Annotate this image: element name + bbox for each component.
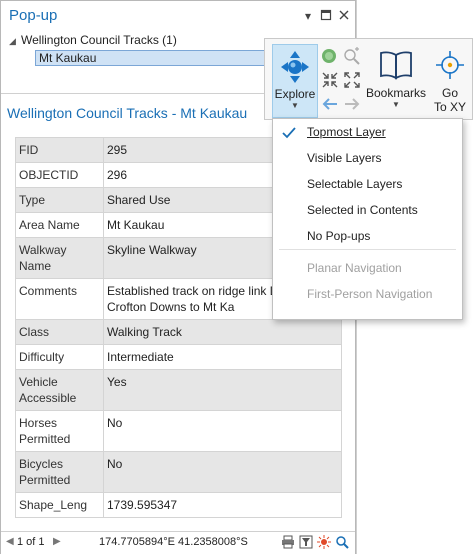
tree-layer-node[interactable]: ◢ Wellington Council Tracks (1) (9, 33, 177, 47)
zoom-to-icon[interactable] (335, 535, 349, 549)
bookmarks-icon (380, 51, 412, 80)
filter-icon[interactable] (299, 535, 313, 549)
table-row: Horses Permitted No (15, 410, 342, 452)
menu-item-no-popups[interactable]: No Pop-ups (273, 225, 462, 249)
pane-header: Pop-up ▾ (1, 1, 355, 31)
print-icon[interactable] (281, 535, 295, 549)
explore-button[interactable]: Explore ▼ (272, 44, 318, 118)
menu-item-label: No Pop-ups (307, 229, 371, 243)
pane-footer: ◀ 1 of 1 ▶ 174.7705894°E 41.2358008°S (1, 531, 355, 554)
menu-item-label: Selected in Contents (307, 203, 418, 217)
menu-item-topmost-layer[interactable]: Topmost Layer (273, 121, 462, 145)
table-row: Difficulty Intermediate (15, 344, 342, 370)
table-row: Shape_Leng 1739.595347 (15, 492, 342, 518)
bookmarks-button[interactable]: Bookmarks ▼ (365, 44, 427, 118)
attribute-name: Type (15, 187, 104, 213)
go-to-xy-line2: To XY (433, 100, 466, 114)
attribute-name: Class (15, 319, 104, 345)
menu-item-planar-navigation: Planar Navigation (273, 257, 462, 281)
explore-dropdown-menu: Topmost Layer Visible Layers Selectable … (272, 118, 463, 320)
crosshair-icon (436, 51, 464, 79)
flash-icon[interactable] (317, 535, 331, 549)
explore-icon (281, 51, 309, 83)
menu-item-first-person-navigation: First-Person Navigation (273, 283, 462, 307)
attribute-name: OBJECTID (15, 162, 104, 188)
go-to-xy-line1: Go (441, 86, 458, 100)
table-row: Vehicle Accessible Yes (15, 369, 342, 411)
attribute-value: Intermediate (103, 344, 342, 370)
attribute-name: Comments (15, 278, 104, 320)
close-icon[interactable] (337, 9, 351, 23)
go-to-xy-button[interactable]: Go To XY (431, 44, 469, 118)
bookmarks-label: Bookmarks (365, 86, 427, 100)
maximize-icon[interactable] (319, 9, 333, 23)
table-row: Bicycles Permitted No (15, 451, 342, 493)
attribute-name: Area Name (15, 212, 104, 238)
menu-item-label: Topmost Layer (307, 125, 386, 139)
pager-label: 1 of 1 (17, 536, 45, 548)
tree-layer-label: Wellington Council Tracks (1) (21, 33, 177, 47)
next-extent-icon[interactable] (343, 95, 361, 113)
attribute-value: No (103, 410, 342, 452)
next-arrow-icon[interactable]: ▶ (53, 536, 61, 547)
attribute-value: Yes (103, 369, 342, 411)
attribute-name: FID (15, 137, 104, 163)
menu-item-selectable-layers[interactable]: Selectable Layers (273, 173, 462, 197)
attribute-value: No (103, 451, 342, 493)
attribute-value: Walking Track (103, 319, 342, 345)
attribute-name: Shape_Leng (15, 492, 104, 518)
menu-item-visible-layers[interactable]: Visible Layers (273, 147, 462, 171)
menu-item-label: Visible Layers (307, 151, 382, 165)
chevron-down-icon: ▼ (392, 100, 400, 109)
explore-label: Explore (274, 87, 316, 101)
zoom-in-arrows-icon[interactable] (321, 71, 339, 89)
menu-item-selected-in-contents[interactable]: Selected in Contents (273, 199, 462, 223)
attribute-name: Walkway Name (15, 237, 104, 279)
chevron-down-icon: ▼ (291, 101, 299, 110)
menu-item-label: First-Person Navigation (307, 287, 433, 301)
feature-title: Wellington Council Tracks - Mt Kaukau (7, 105, 248, 121)
go-to-xy-label: Go To XY (431, 86, 469, 114)
menu-item-label: Planar Navigation (307, 261, 402, 275)
menu-divider (279, 249, 456, 250)
pane-title: Pop-up (9, 7, 58, 24)
menu-item-label: Selectable Layers (307, 177, 403, 191)
table-row: Class Walking Track (15, 319, 342, 345)
previous-arrow-icon[interactable]: ◀ (6, 536, 14, 547)
previous-extent-icon[interactable] (321, 95, 339, 113)
coordinates-label: 174.7705894°E 41.2358008°S (99, 536, 248, 548)
expand-arrow-icon[interactable]: ◢ (9, 36, 21, 47)
attribute-name: Horses Permitted (15, 410, 104, 452)
full-extent-icon[interactable] (321, 47, 339, 65)
checkmark-icon (282, 127, 296, 139)
zoom-out-arrows-icon[interactable] (343, 71, 361, 89)
attribute-name: Bicycles Permitted (15, 451, 104, 493)
fixed-zoom-icon[interactable] (343, 47, 361, 65)
chevron-down-icon[interactable]: ▾ (301, 9, 315, 23)
attribute-name: Difficulty (15, 344, 104, 370)
attribute-value: 1739.595347 (103, 492, 342, 518)
attribute-name: Vehicle Accessible (15, 369, 104, 411)
navigate-ribbon-group: Explore ▼ Bookmarks ▼ Go To XY (264, 38, 473, 120)
